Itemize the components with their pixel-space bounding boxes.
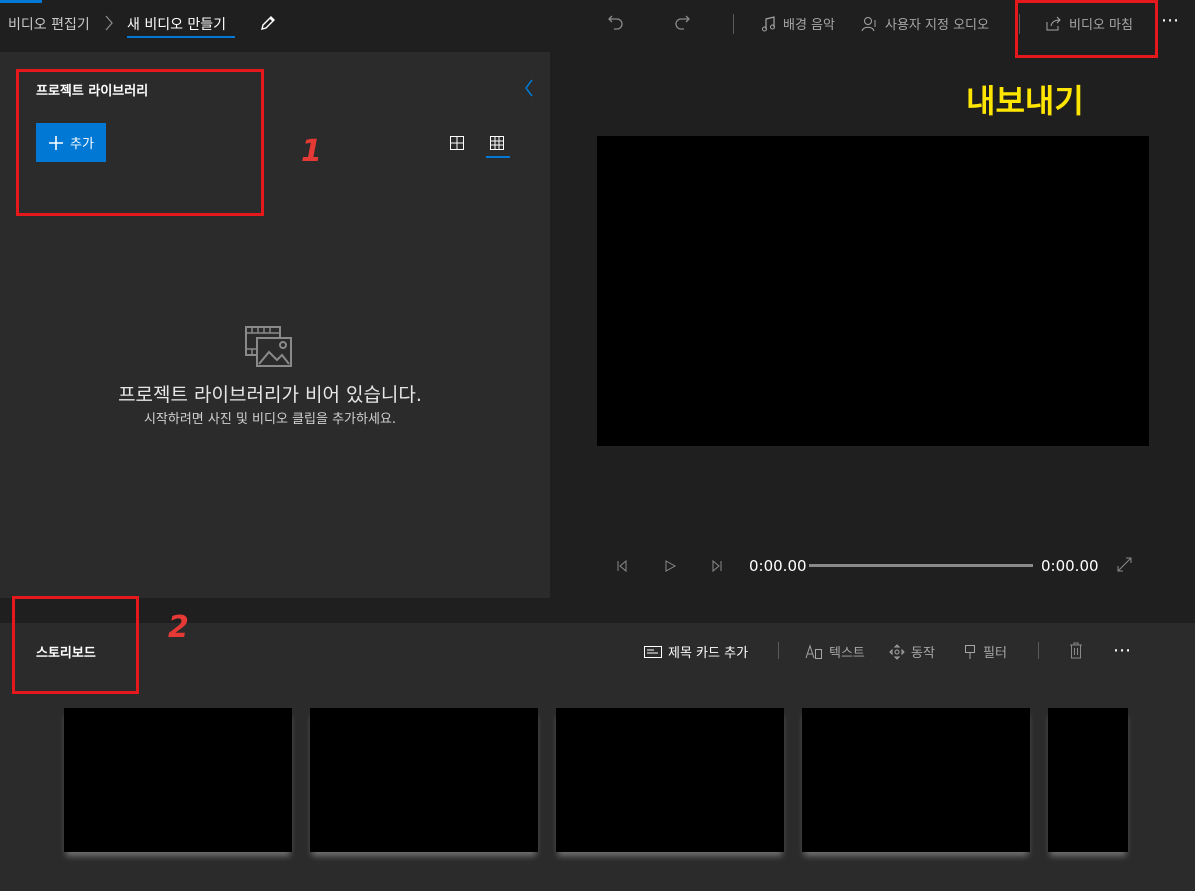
- fullscreen-icon[interactable]: [1117, 557, 1132, 576]
- add-title-card-button[interactable]: 제목 카드 추가: [644, 642, 748, 661]
- motion-button[interactable]: 동작: [889, 642, 935, 661]
- storyboard-more-icon[interactable]: ⋯: [1113, 640, 1132, 661]
- rename-pencil-icon[interactable]: [259, 14, 277, 36]
- title-card-icon: [644, 645, 662, 658]
- annotation-number-2: 2: [168, 610, 189, 645]
- current-time: 0:00.00: [749, 557, 807, 575]
- storyboard-separator: [1038, 642, 1039, 659]
- accent-strip: [0, 0, 42, 3]
- playback-progress-bar[interactable]: [809, 564, 1033, 567]
- motion-label: 동작: [911, 646, 935, 661]
- empty-media-icon: [245, 326, 293, 372]
- current-tab-underline: [127, 36, 235, 38]
- previous-frame-icon[interactable]: [615, 558, 629, 577]
- next-frame-icon[interactable]: [710, 558, 724, 577]
- total-time: 0:00.00: [1041, 557, 1099, 575]
- redo-icon[interactable]: [674, 13, 692, 35]
- empty-library-title: 프로젝트 라이브러리가 비어 있습니다.: [118, 384, 422, 406]
- trash-icon[interactable]: [1069, 642, 1083, 663]
- motion-icon: [889, 643, 905, 660]
- storyboard-clip-slot[interactable]: [64, 708, 292, 852]
- view-selected-underline: [486, 156, 510, 158]
- play-icon[interactable]: [663, 558, 677, 577]
- text-button[interactable]: 텍스트: [805, 642, 865, 661]
- small-grid-view-icon[interactable]: [490, 135, 504, 154]
- filter-brush-icon: [965, 644, 975, 659]
- annotation-box-export: [1015, 0, 1158, 58]
- storyboard-clip-slot[interactable]: [310, 708, 538, 852]
- add-title-card-label: 제목 카드 추가: [668, 646, 749, 661]
- storyboard-separator: [778, 642, 779, 659]
- storyboard-clip-slot[interactable]: [802, 708, 1030, 852]
- more-options-icon[interactable]: ⋯: [1161, 10, 1180, 31]
- custom-audio-label: 사용자 지정 오디오: [885, 18, 989, 33]
- chevron-right-icon: [104, 14, 114, 36]
- annotation-box-library: [16, 69, 264, 216]
- breadcrumb-root[interactable]: 비디오 편집기: [8, 14, 90, 34]
- person-audio-icon: [861, 16, 876, 31]
- text-icon: [805, 643, 822, 659]
- storyboard-clip-slot[interactable]: [1048, 708, 1128, 852]
- annotation-box-storyboard: [12, 596, 139, 694]
- text-label: 텍스트: [829, 646, 865, 661]
- music-note-icon: [762, 15, 775, 31]
- toolbar-separator: [733, 14, 734, 34]
- breadcrumb-current: 새 비디오 만들기: [127, 17, 227, 33]
- filter-label: 필터: [983, 646, 1007, 661]
- video-preview: [597, 136, 1149, 446]
- filter-button[interactable]: 필터: [963, 642, 1007, 661]
- empty-library-subtitle: 시작하려면 사진 및 비디오 클립을 추가하세요.: [143, 412, 397, 427]
- annotation-number-1: 1: [301, 134, 322, 169]
- background-music-button[interactable]: 배경 음악: [761, 14, 835, 33]
- undo-icon[interactable]: [606, 13, 624, 35]
- background-music-label: 배경 음악: [783, 18, 835, 33]
- annotation-export-label: 내보내기: [966, 82, 1084, 120]
- collapse-chevron-icon[interactable]: [523, 78, 535, 102]
- large-grid-view-icon[interactable]: [450, 135, 464, 154]
- storyboard-clip-slot[interactable]: [556, 708, 784, 852]
- custom-audio-button[interactable]: 사용자 지정 오디오: [861, 14, 989, 33]
